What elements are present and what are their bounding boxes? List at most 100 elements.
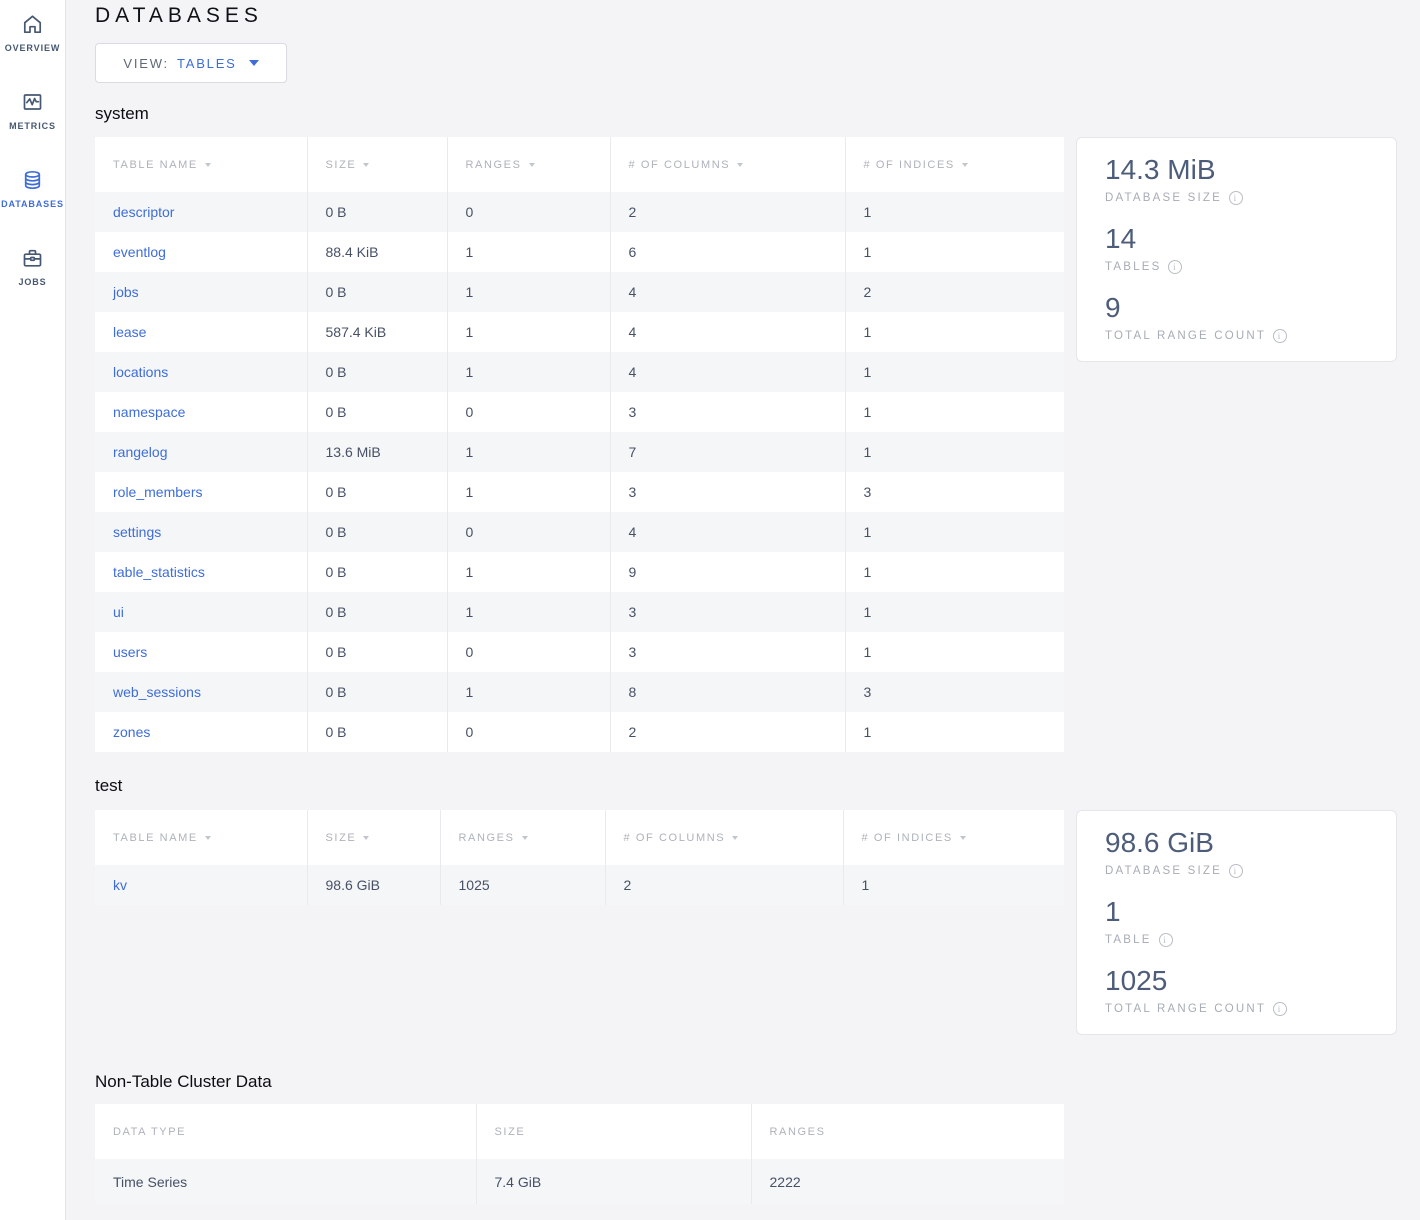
table-row: descriptor 0 B 0 2 1 — [95, 192, 1064, 232]
columns-count-cell: 8 — [610, 672, 845, 712]
table-row: rangelog 13.6 MiB 1 7 1 — [95, 432, 1064, 472]
system-summary-card: 14.3 MiB DATABASE SIZE 14 TABLES 9 TOTAL… — [1076, 137, 1397, 362]
briefcase-icon — [20, 246, 45, 270]
stat-value: 1025 — [1105, 963, 1378, 999]
database-heading-test: test — [95, 775, 1397, 796]
table-name-link[interactable]: kv — [113, 877, 127, 893]
info-icon[interactable] — [1229, 191, 1243, 205]
table-row: ui 0 B 1 3 1 — [95, 592, 1064, 632]
system-table-body: descriptor 0 B 0 2 1 eventlog 88.4 KiB 1… — [95, 192, 1064, 752]
table-name-link[interactable]: settings — [113, 524, 161, 540]
sidebar-item-label: DATABASES — [1, 199, 64, 209]
table-name-cell: table_statistics — [95, 552, 307, 592]
columns-count-cell: 2 — [610, 192, 845, 232]
info-icon[interactable] — [1229, 864, 1243, 878]
column-header-size[interactable]: SIZE — [476, 1104, 751, 1159]
sort-arrow-icon — [962, 163, 968, 167]
sort-arrow-icon — [363, 836, 369, 840]
columns-count-cell: 3 — [610, 472, 845, 512]
table-name-cell: eventlog — [95, 232, 307, 272]
ranges-cell: 0 — [447, 512, 610, 552]
stat-value: 14 — [1105, 221, 1378, 257]
table-name-cell: ui — [95, 592, 307, 632]
sort-arrow-icon — [522, 836, 528, 840]
indices-count-cell: 1 — [845, 392, 1064, 432]
table-name-cell: locations — [95, 352, 307, 392]
size-cell: 7.4 GiB — [476, 1159, 751, 1204]
sidebar-item-jobs[interactable]: JOBS — [0, 246, 65, 287]
database-size-stat: 14.3 MiB DATABASE SIZE — [1105, 152, 1378, 205]
table-name-link[interactable]: zones — [113, 724, 150, 740]
table-name-link[interactable]: locations — [113, 364, 168, 380]
table-name-cell: users — [95, 632, 307, 672]
sidebar-item-overview[interactable]: OVERVIEW — [0, 12, 65, 53]
info-icon[interactable] — [1273, 329, 1287, 343]
sidebar-item-metrics[interactable]: METRICS — [0, 90, 65, 131]
table-name-cell: namespace — [95, 392, 307, 432]
page-title: DATABASES — [95, 3, 1397, 29]
table-name-link[interactable]: jobs — [113, 284, 139, 300]
table-name-link[interactable]: namespace — [113, 404, 185, 420]
sidebar-item-label: OVERVIEW — [5, 43, 61, 53]
column-header-table-name[interactable]: TABLE NAME — [95, 810, 307, 865]
column-header-size[interactable]: SIZE — [307, 137, 447, 192]
column-header-ranges[interactable]: RANGES — [751, 1104, 1064, 1159]
table-name-link[interactable]: web_sessions — [113, 684, 201, 700]
table-name-link[interactable]: rangelog — [113, 444, 168, 460]
info-icon[interactable] — [1168, 260, 1182, 274]
indices-count-cell: 1 — [845, 312, 1064, 352]
stat-value: 1 — [1105, 894, 1378, 930]
indices-count-cell: 1 — [845, 232, 1064, 272]
table-name-cell: kv — [95, 865, 307, 905]
ranges-cell: 1 — [447, 312, 610, 352]
stat-label: TOTAL RANGE COUNT — [1105, 330, 1266, 342]
table-name-link[interactable]: eventlog — [113, 244, 166, 260]
chevron-down-icon — [249, 60, 259, 66]
size-cell: 0 B — [307, 192, 447, 232]
column-header-ranges[interactable]: RANGES — [447, 137, 610, 192]
table-name-link[interactable]: role_members — [113, 484, 202, 500]
column-header-columns[interactable]: # OF COLUMNS — [605, 810, 843, 865]
table-name-link[interactable]: users — [113, 644, 147, 660]
column-header-columns[interactable]: # OF COLUMNS — [610, 137, 845, 192]
size-cell: 0 B — [307, 392, 447, 432]
size-cell: 0 B — [307, 592, 447, 632]
columns-count-cell: 4 — [610, 352, 845, 392]
non-table-heading: Non-Table Cluster Data — [95, 1071, 1397, 1092]
table-row: zones 0 B 0 2 1 — [95, 712, 1064, 752]
indices-count-cell: 3 — [845, 672, 1064, 712]
table-name-cell: jobs — [95, 272, 307, 312]
stat-value: 98.6 GiB — [1105, 825, 1378, 861]
table-name-link[interactable]: table_statistics — [113, 564, 205, 580]
range-count-stat: 1025 TOTAL RANGE COUNT — [1105, 963, 1378, 1016]
ranges-cell: 0 — [447, 392, 610, 432]
sidebar-item-label: JOBS — [18, 277, 46, 287]
ranges-cell: 1 — [447, 272, 610, 312]
info-icon[interactable] — [1159, 933, 1173, 947]
column-header-table-name[interactable]: TABLE NAME — [95, 137, 307, 192]
column-header-size[interactable]: SIZE — [307, 810, 440, 865]
size-cell: 13.6 MiB — [307, 432, 447, 472]
indices-count-cell: 1 — [845, 712, 1064, 752]
metrics-icon — [20, 90, 45, 114]
info-icon[interactable] — [1273, 1002, 1287, 1016]
column-header-ranges[interactable]: RANGES — [440, 810, 605, 865]
sidebar: OVERVIEW METRICS DATABASES — [0, 0, 66, 1220]
table-name-link[interactable]: lease — [113, 324, 146, 340]
table-row: web_sessions 0 B 1 8 3 — [95, 672, 1064, 712]
view-dropdown[interactable]: VIEW: TABLES — [95, 43, 287, 83]
table-name-link[interactable]: ui — [113, 604, 124, 620]
sidebar-item-label: METRICS — [9, 121, 56, 131]
indices-count-cell: 1 — [845, 552, 1064, 592]
data-type-cell: Time Series — [95, 1159, 476, 1204]
table-name-link[interactable]: descriptor — [113, 204, 174, 220]
columns-count-cell: 3 — [610, 632, 845, 672]
sidebar-item-databases[interactable]: DATABASES — [0, 168, 65, 209]
size-cell: 0 B — [307, 472, 447, 512]
main-content: DATABASES VIEW: TABLES system TABLE NAME… — [66, 0, 1420, 1220]
columns-count-cell: 2 — [610, 712, 845, 752]
column-header-data-type[interactable]: DATA TYPE — [95, 1104, 476, 1159]
column-header-indices[interactable]: # OF INDICES — [843, 810, 1064, 865]
ranges-cell: 1 — [447, 552, 610, 592]
column-header-indices[interactable]: # OF INDICES — [845, 137, 1064, 192]
